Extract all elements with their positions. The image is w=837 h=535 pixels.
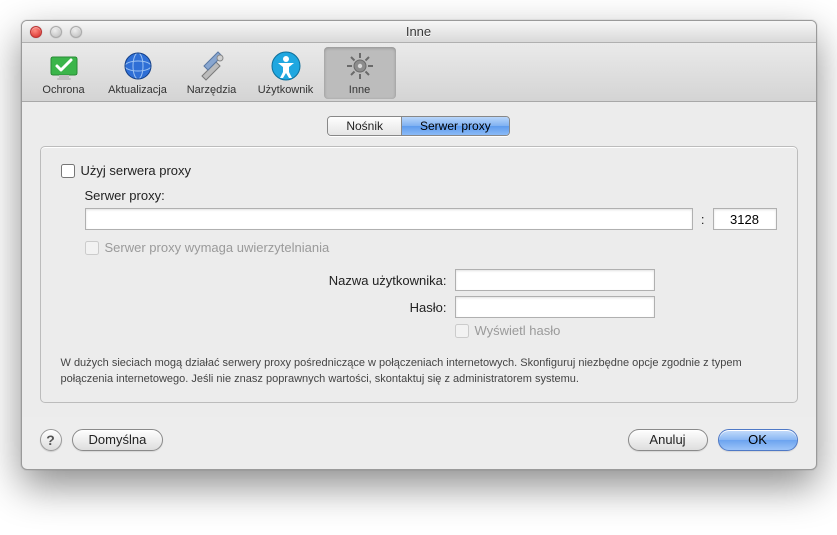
port-colon: : (699, 212, 707, 227)
toolbar-item-ochrona[interactable]: Ochrona (28, 47, 100, 99)
ok-button[interactable]: OK (718, 429, 798, 451)
toolbar-item-label: Ochrona (30, 84, 98, 96)
use-proxy-label: Użyj serwera proxy (81, 163, 192, 178)
toolbar-item-narzedzia[interactable]: Narzędzia (176, 47, 248, 99)
username-row: Nazwa użytkownika: (61, 269, 777, 291)
tab-nosnik[interactable]: Nośnik (328, 117, 401, 135)
toolbar-item-label: Narzędzia (178, 84, 246, 96)
zoom-icon[interactable] (70, 26, 82, 38)
minimize-icon[interactable] (50, 26, 62, 38)
tab-serwer-proxy[interactable]: Serwer proxy (401, 117, 509, 135)
help-text: W dużych sieciach mogą działać serwery p… (61, 356, 777, 388)
use-proxy-checkbox[interactable] (61, 164, 75, 178)
auth-required-label: Serwer proxy wymaga uwierzytelniania (105, 240, 330, 255)
window-title: Inne (22, 24, 816, 39)
window-controls (22, 26, 82, 38)
toolbar-item-inne[interactable]: Inne (324, 47, 396, 99)
password-row: Hasło: (61, 296, 777, 318)
username-label: Nazwa użytkownika: (61, 273, 455, 288)
toolbar-item-uzytkownik[interactable]: Użytkownik (250, 47, 322, 99)
auth-required-checkbox-row: Serwer proxy wymaga uwierzytelniania (85, 240, 777, 255)
default-button[interactable]: Domyślna (72, 429, 164, 451)
footer: ? Domyślna Anuluj OK (22, 417, 816, 469)
user-accessibility-icon (270, 50, 302, 82)
proxy-server-input[interactable] (85, 208, 693, 230)
preferences-window: Inne Ochrona (21, 20, 817, 470)
toolbar-item-label: Użytkownik (252, 84, 320, 96)
toolbar-item-label: Aktualizacja (104, 84, 172, 96)
show-password-row: Wyświetl hasło (61, 323, 777, 338)
titlebar: Inne (22, 21, 816, 43)
gear-icon (344, 50, 376, 82)
show-password-label: Wyświetl hasło (475, 323, 561, 338)
help-icon: ? (46, 432, 55, 448)
show-password-checkbox (455, 324, 469, 338)
close-icon[interactable] (30, 26, 42, 38)
toolbar: Ochrona Aktualizacja Narzęd (22, 43, 816, 102)
auth-required-checkbox (85, 241, 99, 255)
content-area: Nośnik Serwer proxy Użyj serwera proxy S… (22, 102, 816, 417)
toolbar-item-label: Inne (326, 84, 394, 96)
proxy-group: Użyj serwera proxy Serwer proxy: : Serwe… (40, 146, 798, 403)
help-button[interactable]: ? (40, 429, 62, 451)
password-label: Hasło: (61, 300, 455, 315)
cancel-button[interactable]: Anuluj (628, 429, 708, 451)
globe-icon (122, 50, 154, 82)
server-field-label: Serwer proxy: (85, 188, 777, 203)
tools-icon (196, 50, 228, 82)
shield-check-icon (48, 50, 80, 82)
server-row: : (85, 208, 777, 230)
tab-bar: Nośnik Serwer proxy (40, 116, 798, 136)
password-input[interactable] (455, 296, 655, 318)
username-input[interactable] (455, 269, 655, 291)
proxy-port-input[interactable] (713, 208, 777, 230)
toolbar-item-aktualizacja[interactable]: Aktualizacja (102, 47, 174, 99)
use-proxy-checkbox-row: Użyj serwera proxy (61, 163, 777, 178)
